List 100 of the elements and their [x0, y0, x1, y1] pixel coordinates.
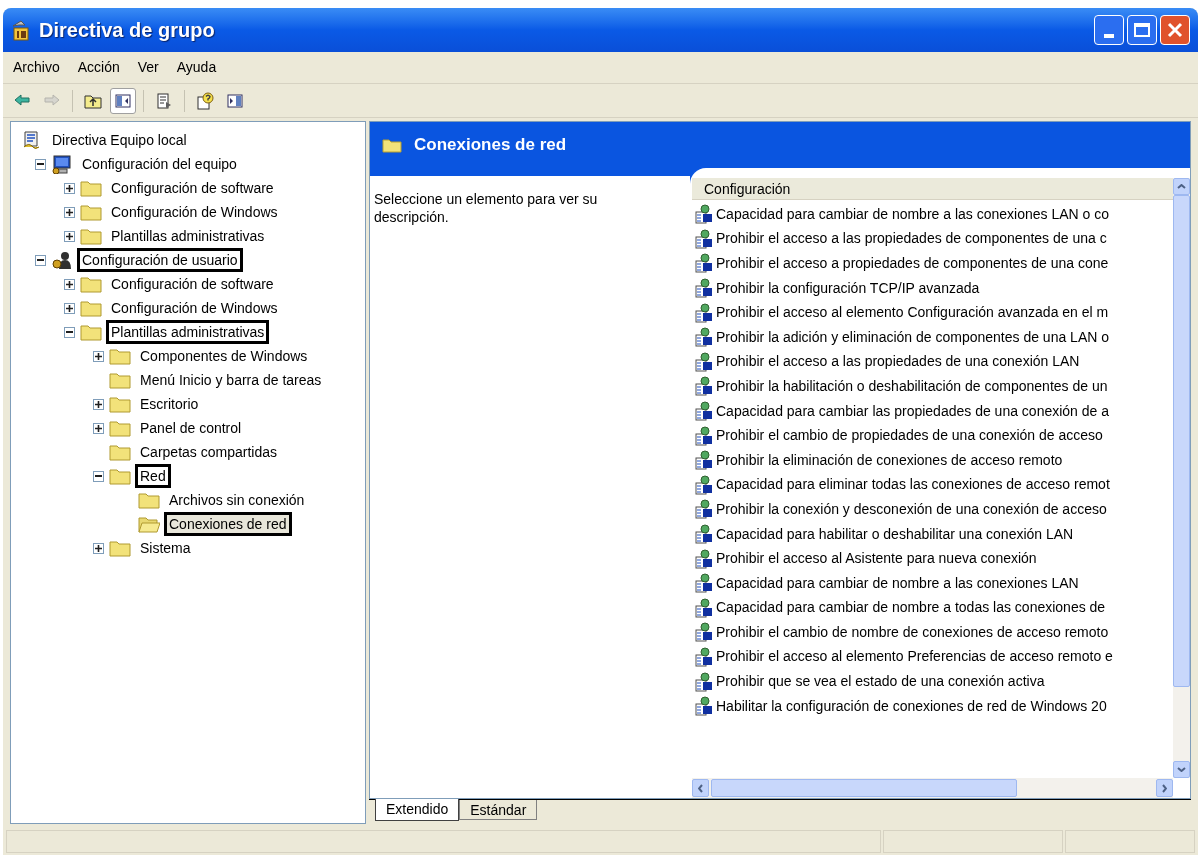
policy-setting-icon: [694, 302, 714, 323]
list-item[interactable]: Prohibir el cambio de propiedades de una conexión de acceso: [716, 425, 1103, 447]
tree-item-label[interactable]: Red: [135, 464, 171, 488]
folder-icon: [80, 178, 102, 198]
details-title: Conexiones de red: [414, 134, 567, 157]
list-item[interactable]: Capacidad para cambiar de nombre a las conexiones LAN o co: [716, 203, 1109, 225]
policy-setting-icon: [694, 401, 714, 422]
folder-icon: [138, 490, 160, 510]
tree-item-label[interactable]: Plantillas administrativas: [106, 320, 270, 344]
folder-icon: [109, 394, 131, 414]
close-icon: [1167, 22, 1183, 38]
expand-button[interactable]: [63, 302, 75, 314]
list-item[interactable]: Prohibir la conexión y desconexión de una conexión de acceso: [716, 498, 1107, 520]
tree-item-label[interactable]: Menú Inicio y barra de tareas: [135, 368, 327, 392]
expand-button[interactable]: [63, 230, 75, 242]
folder-icon: [80, 298, 102, 318]
tree-item-label[interactable]: Archivos sin conexión: [164, 488, 310, 512]
view-tab[interactable]: Extendido: [375, 799, 460, 821]
expand-button[interactable]: [63, 182, 75, 194]
list-item[interactable]: Prohibir que se vea el estado de una conexión activa: [716, 671, 1045, 693]
minus-icon: [36, 163, 44, 165]
tree-item-label[interactable]: Configuración de software: [106, 176, 279, 200]
tree-item-label[interactable]: Configuración de usuario: [77, 248, 243, 272]
list-item[interactable]: Capacidad para habilitar o deshabilitar una conexión LAN: [716, 523, 1074, 545]
tree-item-label[interactable]: Configuración del equipo: [77, 152, 242, 176]
scroll-up-button[interactable]: [1173, 178, 1190, 195]
tree-item-label[interactable]: Configuración de Windows: [106, 296, 283, 320]
folder-icon: [80, 274, 102, 294]
policy-setting-icon: [694, 622, 714, 643]
export-list-icon: [155, 91, 173, 110]
scroll-right-button[interactable]: [1156, 779, 1173, 797]
policy-setting-icon: [694, 425, 714, 446]
tree-item-label[interactable]: Configuración de Windows: [106, 200, 283, 224]
menu-item[interactable]: Acción: [77, 57, 120, 78]
list-item[interactable]: Prohibir el acceso al elemento Preferencias de acceso remoto e: [716, 646, 1113, 668]
tree-item-label[interactable]: Plantillas administrativas: [106, 224, 270, 248]
scroll-thumb[interactable]: [711, 779, 1017, 797]
tree-item-label[interactable]: Directiva Equipo local: [47, 128, 192, 152]
expand-button[interactable]: [63, 278, 75, 290]
minimize-button[interactable]: [1094, 15, 1124, 45]
tree-item-label[interactable]: Conexiones de red: [164, 512, 292, 536]
collapse-button[interactable]: [92, 470, 104, 482]
scroll-down-button[interactable]: [1173, 761, 1190, 778]
policy-setting-icon: [694, 351, 714, 372]
policy-setting-icon: [694, 573, 714, 594]
list-item[interactable]: Prohibir la eliminación de conexiones de acceso remoto: [716, 449, 1063, 471]
app-icon: [11, 19, 31, 41]
menu-item[interactable]: Archivo: [13, 57, 60, 78]
list-item[interactable]: Prohibir la adición y eliminación de componentes de una LAN o: [716, 326, 1109, 348]
plus-icon: [65, 304, 73, 312]
column-header[interactable]: Configuración: [692, 178, 1173, 200]
collapse-button[interactable]: [34, 158, 46, 170]
horizontal-scrollbar[interactable]: [692, 778, 1173, 798]
list-item[interactable]: Prohibir el acceso al Asistente para nueva conexión: [716, 548, 1037, 570]
list-item[interactable]: Habilitar la configuración de conexiones de red de Windows 20: [716, 695, 1107, 717]
list-item[interactable]: Capacidad para cambiar de nombre a todas las conexiones de: [716, 597, 1106, 619]
expand-button[interactable]: [92, 350, 104, 362]
policy-setting-icon: [694, 376, 714, 397]
plus-icon: [65, 184, 73, 192]
list-item[interactable]: Prohibir el cambio de nombre de conexiones de acceso remoto: [716, 621, 1109, 643]
menu-item[interactable]: Ver: [137, 57, 159, 78]
plus-icon: [94, 424, 102, 432]
policy-setting-icon: [694, 474, 714, 495]
show-hide-tree-button[interactable]: [110, 87, 136, 114]
list-item[interactable]: Prohibir la configuración TCP/IP avanzada: [716, 277, 980, 299]
expand-button[interactable]: [63, 206, 75, 218]
collapse-button[interactable]: [63, 326, 75, 338]
maximize-button[interactable]: [1127, 15, 1157, 45]
folder-icon: [80, 322, 102, 342]
folder-icon: [80, 202, 102, 222]
scroll-left-button[interactable]: [692, 779, 709, 797]
expand-button[interactable]: [92, 398, 104, 410]
tree-item-label[interactable]: Escritorio: [135, 392, 204, 416]
list-item[interactable]: Prohibir el acceso a propiedades de componentes de una cone: [716, 253, 1109, 274]
list-item[interactable]: Prohibir el acceso a las propiedades de componentes de una c: [716, 228, 1107, 250]
collapse-button[interactable]: [34, 254, 46, 266]
list-item[interactable]: Capacidad para cambiar las propiedades de una conexión de a: [716, 400, 1110, 422]
plus-icon: [65, 208, 73, 216]
policy-setting-icon: [694, 597, 714, 618]
list-item[interactable]: Prohibir el acceso a las propiedades de una conexión LAN: [716, 351, 1080, 373]
menu-item[interactable]: Ayuda: [176, 57, 217, 78]
list-item[interactable]: Capacidad para eliminar todas las conexiones de acceso remot: [716, 474, 1110, 496]
policy-setting-icon: [694, 253, 714, 274]
close-button[interactable]: [1160, 15, 1190, 45]
scroll-thumb[interactable]: [1173, 195, 1190, 687]
list-item[interactable]: Prohibir el acceso al elemento Configuración avanzada en el m: [716, 302, 1109, 324]
expand-button[interactable]: [92, 542, 104, 554]
list-item[interactable]: Prohibir la habilitación o deshabilitación de componentes de un: [716, 375, 1108, 397]
tree-item-label[interactable]: Carpetas compartidas: [135, 440, 282, 464]
tree-item-label[interactable]: Componentes de Windows: [135, 344, 313, 368]
description-text: Seleccione un elemento para ver su descripción.: [374, 190, 599, 226]
tree-item-label[interactable]: Sistema: [135, 536, 196, 560]
folder-icon: [109, 418, 131, 438]
view-tab[interactable]: Estándar: [459, 800, 538, 820]
expand-button[interactable]: [92, 422, 104, 434]
vertical-scrollbar[interactable]: [1173, 178, 1190, 778]
minus-icon: [65, 331, 73, 333]
tree-item-label[interactable]: Configuración de software: [106, 272, 279, 296]
tree-item-label[interactable]: Panel de control: [135, 416, 247, 440]
list-item[interactable]: Capacidad para cambiar de nombre a las conexiones LAN: [716, 572, 1079, 594]
